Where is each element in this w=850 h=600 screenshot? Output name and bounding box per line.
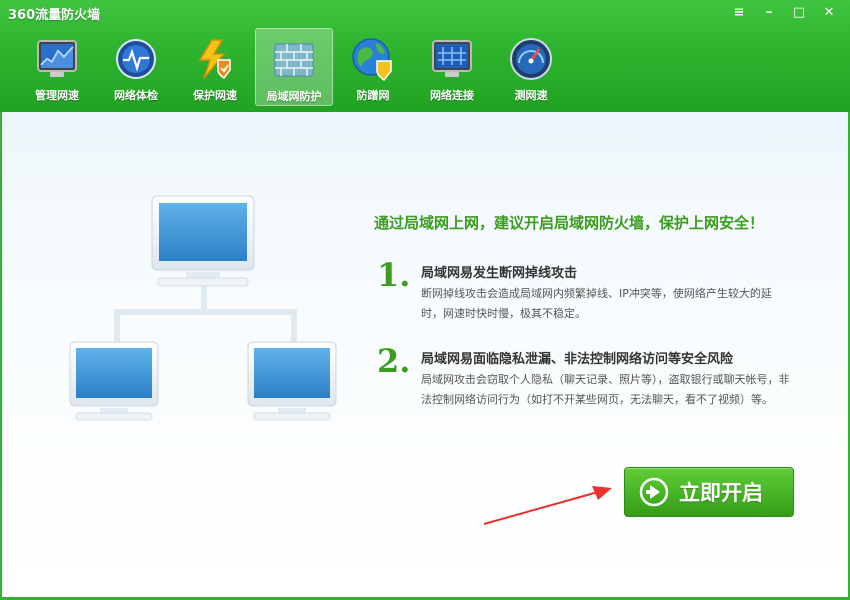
tab-label: 测网速 — [514, 89, 548, 102]
point-title: 局域网易发生断网掉线攻击 — [421, 266, 578, 281]
speed-monitor-icon — [34, 36, 80, 82]
menu-button[interactable]: ≡ — [728, 4, 750, 22]
tab-label: 防蹭网 — [356, 89, 390, 102]
tab-label: 管理网速 — [35, 89, 79, 102]
point-number: 1. — [377, 256, 411, 294]
point-description: 局域网攻击会窃取个人隐私（聊天记录、照片等），盗取银行或聊天帐号，非法控制网络访… — [421, 373, 790, 406]
minimize-button[interactable]: – — [758, 4, 780, 22]
point-title: 局域网易面临隐私泄漏、非法控制网络访问等安全风险 — [421, 352, 734, 367]
main-content: 通过局域网上网，建议开启局域网防火墙，保护上网安全！ 1. 局域网易发生断网掉线… — [0, 112, 850, 600]
server-monitor-icon — [151, 195, 255, 287]
tab-label: 网络体检 — [114, 89, 158, 102]
tab-lan-protection[interactable]: 局域网防护 — [255, 28, 333, 106]
anti-leech-globe-icon — [350, 36, 396, 82]
tab-network-connection[interactable]: 网络连接 — [413, 28, 491, 106]
speed-test-gauge-icon — [508, 36, 554, 82]
network-connection-icon — [429, 36, 475, 82]
tab-manage-speed[interactable]: 管理网速 — [18, 28, 96, 106]
lan-illustration — [69, 195, 337, 421]
tab-label: 局域网防护 — [266, 90, 322, 103]
window-title: 360流量防火墙 — [8, 8, 101, 23]
window-controls: ≡ – □ ✕ — [728, 4, 840, 22]
client-monitor-icon — [247, 341, 337, 421]
tab-label: 网络连接 — [430, 89, 474, 102]
tab-speed-test[interactable]: 测网速 — [492, 28, 570, 106]
headline: 通过局域网上网，建议开启局域网防火墙，保护上网安全！ — [374, 214, 765, 232]
close-button[interactable]: ✕ — [818, 4, 840, 22]
maximize-button[interactable]: □ — [788, 4, 810, 22]
enable-now-label: 立即开启 — [679, 481, 763, 505]
app-window: 360流量防火墙 ≡ – □ ✕ 管理网速 网络体检 保护网速 局域网防护 防蹭… — [0, 0, 850, 600]
tab-anti-leech[interactable]: 防蹭网 — [334, 28, 412, 106]
tab-network-checkup[interactable]: 网络体检 — [97, 28, 175, 106]
network-checkup-icon — [113, 36, 159, 82]
tab-label: 保护网速 — [193, 89, 237, 102]
point-description: 断网掉线攻击会造成局域网内频繁掉线、IP冲突等，使网络产生较大的延时，网速时快时… — [421, 287, 772, 320]
pointer-arrow-icon — [483, 486, 612, 525]
header-bar: 360流量防火墙 ≡ – □ ✕ 管理网速 网络体检 保护网速 局域网防护 防蹭… — [0, 0, 850, 112]
arrow-right-circle-icon — [639, 477, 669, 507]
enable-now-button[interactable]: 立即开启 — [624, 467, 794, 517]
toolbar: 管理网速 网络体检 保护网速 局域网防护 防蹭网 网络连接 测网速 — [18, 28, 571, 106]
client-monitor-icon — [69, 341, 159, 421]
tab-protect-speed[interactable]: 保护网速 — [176, 28, 254, 106]
protect-speed-icon — [192, 36, 238, 82]
lan-firewall-icon — [271, 37, 317, 83]
point-number: 2. — [377, 342, 411, 380]
